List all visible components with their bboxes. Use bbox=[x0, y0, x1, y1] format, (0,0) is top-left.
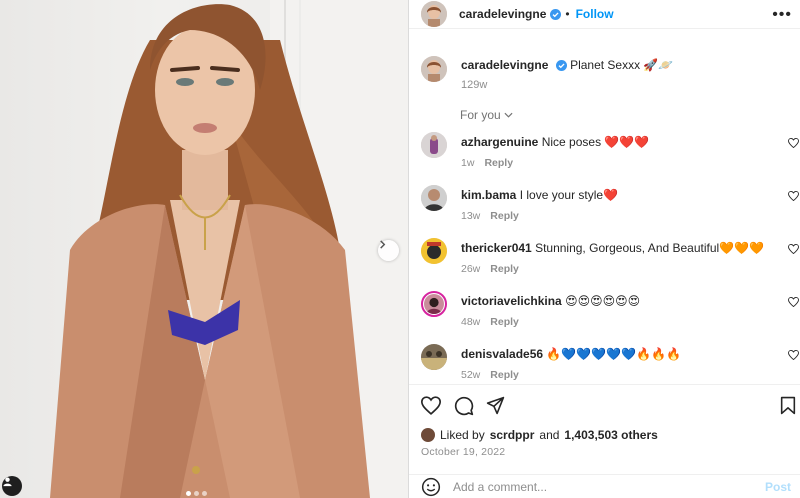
author-username[interactable]: caradelevingne bbox=[459, 7, 546, 21]
caption-timestamp: 129w bbox=[461, 79, 488, 91]
likes-summary: Liked by scrdppr and 1,403,503 others bbox=[421, 428, 658, 442]
caption-author-avatar[interactable] bbox=[421, 56, 447, 82]
comment-sort-dropdown[interactable]: For you bbox=[460, 108, 513, 122]
comment-text: Nice poses ❤️❤️❤️ bbox=[541, 135, 650, 149]
comment-age: 48w bbox=[461, 316, 481, 328]
avatar-image bbox=[424, 294, 444, 314]
portrait-image bbox=[50, 0, 408, 498]
comment-icon[interactable] bbox=[454, 396, 474, 416]
next-image-button[interactable] bbox=[378, 240, 399, 261]
commenter-avatar[interactable] bbox=[421, 185, 447, 211]
comment-age: 1w bbox=[461, 157, 475, 169]
caption-text: Planet Sexxx 🚀🪐 bbox=[570, 58, 674, 72]
likes-prefix: Liked by bbox=[440, 428, 485, 442]
avatar-image bbox=[421, 1, 447, 27]
avatar-image bbox=[421, 238, 447, 264]
heart-icon[interactable] bbox=[421, 396, 441, 415]
commenter-username[interactable]: azhargenuine bbox=[461, 135, 538, 149]
comment-item: azhargenuine Nice poses ❤️❤️❤️ 1w Reply bbox=[421, 132, 800, 169]
heart-icon[interactable] bbox=[788, 297, 799, 307]
commenter-avatar[interactable] bbox=[421, 344, 447, 370]
emoji-icon[interactable] bbox=[421, 477, 441, 497]
avatar-image bbox=[421, 132, 447, 158]
more-options-button[interactable]: ••• bbox=[772, 6, 792, 24]
liked-by-username[interactable]: scrdppr bbox=[490, 428, 535, 442]
carousel-dot bbox=[202, 491, 207, 496]
comment-text: 😍😍😍😍😍😍 bbox=[565, 294, 641, 308]
comment-text: I love your style❤️ bbox=[519, 188, 619, 202]
avatar-image bbox=[421, 56, 447, 82]
comment-age: 26w bbox=[461, 263, 481, 275]
chevron-right-icon bbox=[380, 240, 386, 249]
reply-button[interactable]: Reply bbox=[490, 369, 519, 381]
comment-age: 13w bbox=[461, 210, 481, 222]
comment-item: kim.bama I love your style❤️ 13w Reply bbox=[421, 185, 800, 222]
carousel-indicator bbox=[186, 491, 207, 496]
commenter-avatar-story-ring[interactable] bbox=[421, 291, 447, 317]
heart-icon[interactable] bbox=[788, 191, 799, 201]
heart-icon[interactable] bbox=[788, 350, 799, 360]
commenter-avatar[interactable] bbox=[421, 238, 447, 264]
share-icon[interactable] bbox=[486, 396, 505, 415]
avatar-image bbox=[421, 185, 447, 211]
post-action-bar bbox=[409, 384, 800, 424]
commenter-avatar[interactable] bbox=[421, 132, 447, 158]
comment-item: victoriavelichkina 😍😍😍😍😍😍 48w Reply bbox=[421, 291, 800, 328]
add-comment-input[interactable]: Add a comment... bbox=[453, 480, 765, 494]
post-sidebar: caradelevingne • Follow ••• caradeleving… bbox=[408, 0, 800, 498]
post-caption: caradelevingne Planet Sexxx 🚀🪐 129w bbox=[421, 56, 673, 91]
comment-age: 52w bbox=[461, 369, 481, 381]
comment-sort-label: For you bbox=[460, 108, 501, 122]
reply-button[interactable]: Reply bbox=[490, 316, 519, 328]
heart-icon[interactable] bbox=[788, 244, 799, 254]
post-header: caradelevingne • Follow ••• bbox=[409, 0, 800, 29]
comment-item: thericker041 Stunning, Gorgeous, And Bea… bbox=[421, 238, 800, 275]
separator-dot: • bbox=[565, 7, 570, 21]
caption-author-username[interactable]: caradelevingne bbox=[461, 58, 548, 72]
verified-badge-icon bbox=[550, 8, 562, 20]
carousel-dot bbox=[186, 491, 191, 496]
bookmark-icon[interactable] bbox=[780, 396, 796, 415]
likes-count[interactable]: 1,403,503 others bbox=[564, 428, 657, 442]
reply-button[interactable]: Reply bbox=[490, 210, 519, 222]
follow-button[interactable]: Follow bbox=[576, 7, 614, 21]
avatar-image bbox=[421, 344, 447, 370]
likes-joiner: and bbox=[539, 428, 560, 442]
comment-item: denisvalade56 🔥💙💙💙💙💙🔥🔥🔥 52w Reply bbox=[421, 344, 800, 381]
commenter-username[interactable]: thericker041 bbox=[461, 241, 532, 255]
commenter-username[interactable]: kim.bama bbox=[461, 188, 516, 202]
comment-text: Stunning, Gorgeous, And Beautiful🧡🧡🧡 bbox=[535, 241, 765, 255]
heart-icon[interactable] bbox=[788, 138, 799, 148]
commenter-username[interactable]: victoriavelichkina bbox=[461, 294, 562, 308]
carousel-dot bbox=[194, 491, 199, 496]
liker-avatar[interactable] bbox=[421, 428, 435, 442]
chevron-down-icon bbox=[504, 112, 513, 118]
instagram-post-modal: caradelevingne • Follow ••• caradeleving… bbox=[0, 0, 800, 498]
post-comment-button[interactable]: Post bbox=[765, 480, 791, 494]
reply-button[interactable]: Reply bbox=[490, 263, 519, 275]
comment-text: 🔥💙💙💙💙💙🔥🔥🔥 bbox=[546, 347, 681, 361]
commenter-username[interactable]: denisvalade56 bbox=[461, 347, 543, 361]
author-avatar[interactable] bbox=[421, 1, 447, 27]
add-comment-bar: Add a comment... Post bbox=[409, 474, 800, 498]
reply-button[interactable]: Reply bbox=[484, 157, 513, 169]
user-tag-icon bbox=[3, 477, 12, 487]
post-photo[interactable] bbox=[0, 0, 408, 498]
tagged-users-button[interactable] bbox=[2, 476, 22, 496]
post-date: October 19, 2022 bbox=[421, 446, 506, 458]
verified-badge-icon bbox=[555, 60, 567, 71]
